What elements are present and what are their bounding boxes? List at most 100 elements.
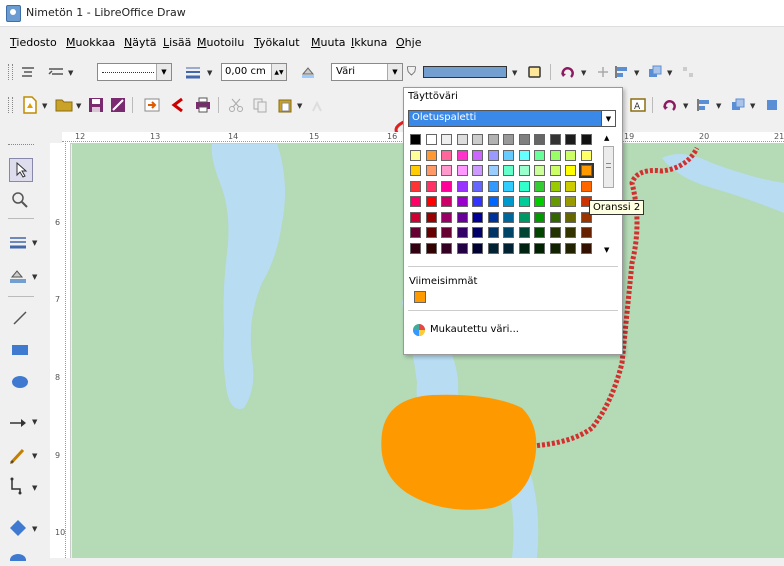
chevron-down-icon[interactable]: ▼ [32, 273, 37, 281]
rotate-icon[interactable] [660, 95, 680, 115]
color-swatch[interactable] [410, 165, 421, 176]
chevron-down-icon[interactable]: ▼ [42, 102, 47, 110]
zoom-icon[interactable] [10, 190, 30, 210]
save-as-icon[interactable] [108, 95, 128, 115]
menu-nayta[interactable]: Näytä [124, 36, 157, 49]
color-swatch[interactable] [456, 134, 468, 145]
select-pointer-icon[interactable] [9, 158, 33, 182]
color-swatch[interactable] [487, 242, 499, 254]
color-swatch[interactable] [410, 149, 421, 161]
curve-tool-icon[interactable] [8, 446, 28, 466]
color-swatch[interactable] [534, 211, 545, 223]
chevron-down-icon[interactable]: ▼ [32, 452, 37, 460]
menu-tyokalut[interactable]: Työkalut [254, 36, 300, 49]
color-swatch-selected[interactable] [578, 163, 594, 178]
color-swatch[interactable] [456, 227, 468, 238]
area-style-dropdown[interactable]: Väri ▼ [331, 63, 403, 81]
chevron-down-icon[interactable]: ▼ [750, 102, 755, 110]
menu-tiedosto[interactable]: Tiedosto [10, 36, 57, 49]
menu-ohje[interactable]: Ohje [396, 36, 421, 49]
color-swatch[interactable] [549, 227, 561, 238]
paste-icon[interactable] [275, 95, 295, 115]
color-swatch[interactable] [410, 134, 421, 145]
color-swatch[interactable] [487, 149, 499, 161]
menu-muokkaa[interactable]: Muokkaa [66, 36, 115, 49]
color-swatch[interactable] [565, 180, 576, 192]
scroll-down-icon[interactable]: ▼ [604, 246, 609, 254]
color-swatch[interactable] [472, 180, 483, 192]
menu-ikkuna[interactable]: Ikkuna [351, 36, 387, 49]
color-swatch[interactable] [472, 196, 483, 207]
text-box-icon[interactable]: A [628, 95, 648, 115]
color-swatch[interactable] [565, 134, 576, 145]
color-swatch[interactable] [425, 180, 437, 192]
line-style-dropdown[interactable]: ▼ [97, 63, 172, 81]
color-swatch[interactable] [580, 134, 592, 145]
color-swatch[interactable] [410, 242, 421, 254]
color-swatch[interactable] [425, 227, 437, 238]
toolbar-grip[interactable] [8, 97, 13, 113]
menu-muotoilu[interactable]: Muotoilu [197, 36, 244, 49]
color-swatch[interactable] [441, 180, 452, 192]
line-color-icon[interactable] [8, 232, 28, 252]
color-swatch[interactable] [518, 227, 530, 238]
orange-shape[interactable] [381, 394, 537, 510]
cut-icon[interactable] [226, 95, 246, 115]
line-tool-icon[interactable] [10, 308, 30, 328]
color-swatch[interactable] [503, 149, 514, 161]
color-swatch[interactable] [472, 149, 483, 161]
color-swatch[interactable] [441, 165, 452, 176]
distribute-icon[interactable] [762, 95, 782, 115]
arrange-icon[interactable] [645, 62, 665, 82]
distribute-icon[interactable] [678, 62, 698, 82]
select-icon[interactable] [18, 62, 38, 82]
export-icon[interactable] [142, 95, 162, 115]
color-swatch[interactable] [441, 227, 452, 238]
symbol-shapes-icon[interactable] [8, 546, 28, 566]
color-swatch[interactable] [580, 180, 592, 192]
arrange-icon[interactable] [728, 95, 748, 115]
color-swatch[interactable] [410, 227, 421, 238]
color-swatch[interactable] [425, 242, 437, 254]
connector-tool-icon[interactable] [8, 476, 28, 496]
color-swatch[interactable] [549, 165, 561, 176]
color-swatch[interactable] [472, 227, 483, 238]
color-swatch[interactable] [565, 242, 576, 254]
color-swatch[interactable] [534, 165, 545, 176]
arrow-tool-icon[interactable] [8, 413, 28, 433]
chevron-down-icon[interactable]: ▼ [32, 484, 37, 492]
points-icon[interactable] [593, 62, 613, 82]
chevron-down-icon[interactable]: ▼ [683, 102, 688, 110]
swatch-scrollbar[interactable]: ▲ ▼ [602, 134, 614, 258]
color-swatch[interactable] [503, 180, 514, 192]
color-swatch[interactable] [549, 242, 561, 254]
color-swatch[interactable] [518, 196, 530, 207]
export-pdf-icon[interactable] [168, 95, 188, 115]
color-swatch[interactable] [534, 227, 545, 238]
menu-muuta[interactable]: Muuta [311, 36, 346, 49]
clone-formatting-icon[interactable] [307, 95, 327, 115]
rotate-icon[interactable] [558, 62, 578, 82]
color-swatch[interactable] [503, 196, 514, 207]
color-swatch[interactable] [456, 165, 468, 176]
color-swatch[interactable] [565, 165, 576, 176]
color-swatch[interactable] [580, 242, 592, 254]
new-document-icon[interactable] [20, 95, 40, 115]
color-swatch[interactable] [487, 134, 499, 145]
color-swatch[interactable] [565, 149, 576, 161]
ellipse-tool-icon[interactable] [10, 372, 30, 392]
color-swatch[interactable] [441, 211, 452, 223]
color-swatch[interactable] [487, 165, 499, 176]
color-swatch[interactable] [456, 242, 468, 254]
color-swatch[interactable] [565, 196, 576, 207]
scroll-up-icon[interactable]: ▲ [604, 134, 609, 142]
rectangle-tool-icon[interactable] [10, 340, 30, 360]
color-swatch[interactable] [410, 211, 421, 223]
line-width-icon[interactable] [183, 62, 203, 82]
color-swatch[interactable] [518, 165, 530, 176]
color-swatch[interactable] [580, 149, 592, 161]
color-swatch[interactable] [456, 211, 468, 223]
color-swatch[interactable] [503, 165, 514, 176]
color-swatch[interactable] [487, 211, 499, 223]
open-folder-icon[interactable] [54, 95, 74, 115]
